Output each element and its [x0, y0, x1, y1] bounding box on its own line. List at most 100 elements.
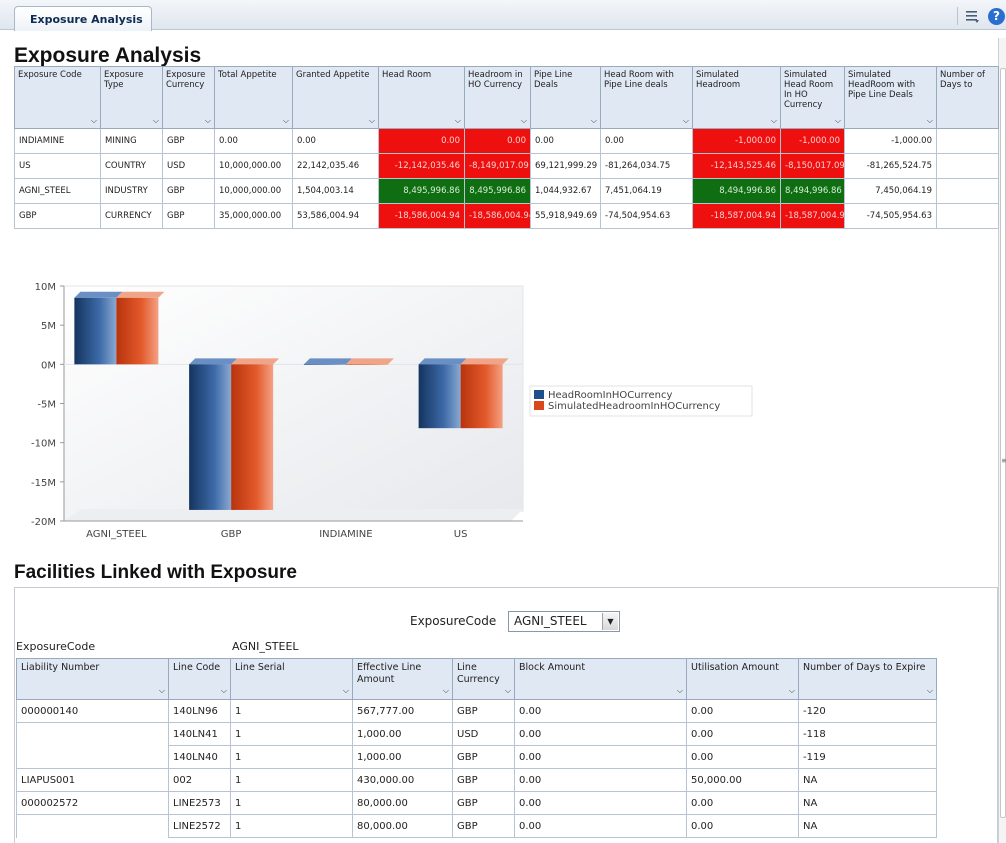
facilities-col-header[interactable]: Line Serial ⌵	[230, 658, 353, 700]
sort-chevron-icon[interactable]: ⌵	[927, 116, 933, 126]
sort-chevron-icon[interactable]: ⌵	[835, 116, 841, 126]
exposure-col-header[interactable]: Simulated HeadRoom with Pipe Line Deals ⌵	[844, 66, 937, 129]
table-cell: 8,494,996.86	[692, 178, 781, 204]
table-row[interactable]: INDIAMINE MINING GBP 0.00 0.00 0.00 0.00 0.00 0.…	[14, 128, 999, 154]
chart-floor	[64, 509, 523, 521]
column-header-label: Number of Days to	[940, 70, 986, 90]
exposure-col-header[interactable]: Granted Appetite ⌵	[292, 66, 379, 129]
column-header-label: Head Room with Pipe Line deals	[604, 70, 674, 90]
chart-bar	[231, 364, 274, 510]
table-row[interactable]: 000002572 LINE2573 1 80,000.00 GBP 0.00 0.00 NA	[16, 791, 937, 815]
scrollbar-thumb[interactable]	[1000, 68, 1006, 818]
table-cell: -18,586,004.94	[378, 203, 465, 229]
facilities-col-header[interactable]: Block Amount ⌵	[514, 658, 687, 700]
tab-bar: Exposure Analysis ?	[0, 0, 1006, 31]
column-header-label: Pipe Line Deals	[534, 70, 573, 90]
column-header-label: Utilisation Amount	[691, 662, 779, 673]
table-row[interactable]: 000000140 140LN96 1 567,777.00 GBP 0.00 0.00 -1…	[16, 699, 937, 723]
exposure-code-select[interactable]: AGNI_STEEL ▼	[508, 611, 620, 632]
help-icon[interactable]: ?	[988, 8, 1005, 25]
table-row[interactable]: US COUNTRY USD 10,000,000.00 22,142,035.46 -1…	[14, 153, 999, 179]
sort-chevron-icon[interactable]: ⌵	[443, 685, 449, 697]
table-cell: -8,150,017.09	[780, 153, 845, 179]
sort-chevron-icon[interactable]: ⌵	[683, 116, 689, 126]
bar-top-face	[231, 358, 280, 365]
table-cell: -18,587,004.94	[780, 203, 845, 229]
table-cell: 0.00	[514, 745, 687, 769]
exposure-col-header[interactable]: Number of Days to	[936, 66, 999, 129]
facilities-table: Liability Number ⌵ Line Code ⌵ Line Serial ⌵ E…	[16, 658, 937, 838]
sort-chevron-icon[interactable]: ⌵	[927, 685, 933, 697]
sort-chevron-icon[interactable]: ⌵	[283, 116, 289, 126]
table-cell: GBP	[162, 203, 215, 229]
sort-chevron-icon[interactable]: ⌵	[343, 685, 349, 697]
facilities-col-header[interactable]: Utilisation Amount ⌵	[686, 658, 799, 700]
table-row[interactable]: GBP CURRENCY GBP 35,000,000.00 53,586,004.94…	[14, 203, 999, 229]
chart-bar	[418, 364, 461, 429]
exposure-col-header[interactable]: Simulated Head Room In HO Currency ⌵	[780, 66, 845, 129]
table-cell: 10,000,000.00	[214, 178, 293, 204]
sort-chevron-icon[interactable]: ⌵	[91, 116, 97, 126]
table-row[interactable]: LIAPUS001 002 1 430,000.00 GBP 0.00 50,000.00 N…	[16, 768, 937, 792]
column-header-label: Exposure Code	[18, 70, 82, 80]
sort-chevron-icon[interactable]: ⌵	[455, 116, 461, 126]
tab-exposure-analysis[interactable]: Exposure Analysis	[14, 6, 152, 31]
exposure-col-header[interactable]: Head Room ⌵	[378, 66, 465, 129]
table-cell: 1,000.00	[352, 745, 453, 769]
table-cell: GBP	[14, 203, 101, 229]
vertical-scrollbar[interactable]: ≡	[998, 38, 1006, 843]
exposure-col-header[interactable]: Head Room with Pipe Line deals ⌵	[600, 66, 693, 129]
facilities-col-header[interactable]: Number of Days to Expire ⌵	[798, 658, 937, 700]
facilities-col-header[interactable]: Line Currency ⌵	[452, 658, 515, 700]
table-cell: -1,000.00	[844, 128, 937, 154]
table-row[interactable]: AGNI_STEEL INDUSTRY GBP 10,000,000.00 1,504,…	[14, 178, 999, 204]
table-row[interactable]: 140LN41 1 1,000.00 USD 0.00 0.00 -118	[16, 722, 937, 746]
exposure-col-header[interactable]: Total Appetite ⌵	[214, 66, 293, 129]
table-cell: 0.00	[514, 768, 687, 792]
facilities-col-header[interactable]: Liability Number ⌵	[16, 658, 169, 700]
table-row[interactable]: LINE2572 1 80,000.00 GBP 0.00 0.00 NA	[16, 814, 937, 838]
exposure-col-header[interactable]: Exposure Type ⌵	[100, 66, 163, 129]
table-cell: 10,000,000.00	[214, 153, 293, 179]
sort-chevron-icon[interactable]: ⌵	[771, 116, 777, 126]
exposure-col-header[interactable]: Exposure Code ⌵	[14, 66, 101, 129]
sort-chevron-icon[interactable]: ⌵	[677, 685, 683, 697]
chart-bar	[116, 297, 159, 365]
sort-chevron-icon[interactable]: ⌵	[369, 116, 375, 126]
table-cell: 0.00	[514, 722, 687, 746]
sort-chevron-icon[interactable]: ⌵	[591, 116, 597, 126]
exposure-col-header[interactable]: Pipe Line Deals ⌵	[530, 66, 601, 129]
exposure-col-header[interactable]: Simulated Headroom ⌵	[692, 66, 781, 129]
table-cell: 1,044,932.67	[530, 178, 601, 204]
sort-chevron-icon[interactable]: ⌵	[521, 116, 527, 126]
table-row[interactable]: 140LN40 1 1,000.00 GBP 0.00 0.00 -119	[16, 745, 937, 769]
table-cell: 000000140	[16, 699, 169, 723]
sort-chevron-icon[interactable]: ⌵	[159, 685, 165, 697]
sort-chevron-icon[interactable]: ⌵	[153, 116, 159, 126]
column-header-label: Line Currency	[457, 662, 500, 685]
column-header-label: Simulated Headroom	[696, 70, 741, 90]
sort-chevron-icon[interactable]: ⌵	[205, 116, 211, 126]
table-cell: 8,495,996.86	[464, 178, 531, 204]
table-cell	[936, 153, 999, 179]
facilities-col-header[interactable]: Effective Line Amount ⌵	[352, 658, 453, 700]
table-cell: 0.00	[600, 128, 693, 154]
chart-bar	[74, 297, 117, 365]
table-cell: USD	[452, 722, 515, 746]
table-cell: 8,494,996.86	[780, 178, 845, 204]
table-cell: GBP	[162, 178, 215, 204]
table-cell: 0.00	[514, 791, 687, 815]
exposure-col-header[interactable]: Exposure Currency ⌵	[162, 66, 215, 129]
facilities-col-header[interactable]: Line Code ⌵	[168, 658, 231, 700]
column-header-label: Total Appetite	[218, 70, 277, 80]
sort-chevron-icon[interactable]: ⌵	[221, 685, 227, 697]
table-cell	[16, 814, 169, 838]
sort-chevron-icon[interactable]: ⌵	[789, 685, 795, 697]
column-header-label: Effective Line Amount	[357, 662, 422, 685]
exposure-col-header[interactable]: Headroom in HO Currency ⌵	[464, 66, 531, 129]
list-menu-icon[interactable]	[964, 8, 980, 24]
table-cell: 430,000.00	[352, 768, 453, 792]
chevron-down-icon[interactable]: ▼	[602, 613, 618, 630]
table-cell: 140LN41	[168, 722, 231, 746]
sort-chevron-icon[interactable]: ⌵	[505, 685, 511, 697]
